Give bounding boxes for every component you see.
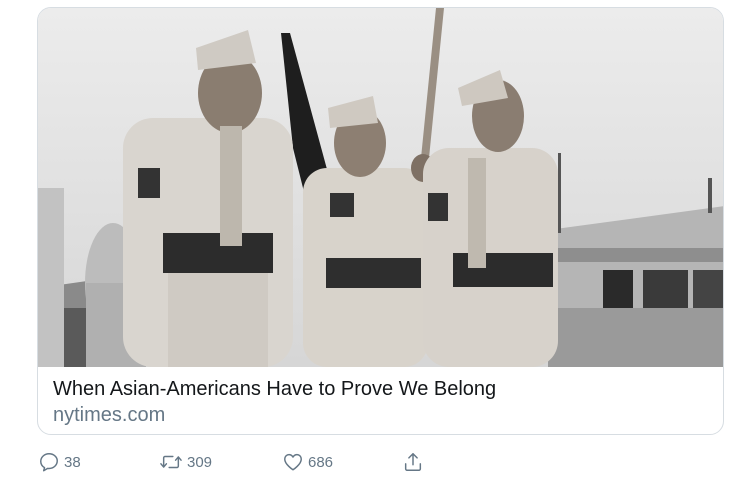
like-count: 686 — [308, 453, 334, 471]
card-title[interactable]: When Asian-Americans Have to Prove We Be… — [53, 378, 496, 401]
card-domain[interactable]: nytimes.com — [53, 404, 165, 427]
retweet-icon — [159, 451, 183, 473]
like-button[interactable]: 686 — [282, 448, 333, 476]
share-button[interactable] — [402, 448, 424, 476]
retweet-button[interactable]: 309 — [159, 448, 212, 476]
retweet-count: 309 — [187, 453, 213, 471]
tweet-actions: 38 309 686 — [38, 448, 488, 476]
reply-icon — [38, 451, 60, 473]
share-icon — [402, 451, 424, 473]
card-image[interactable] — [38, 8, 723, 367]
reply-button[interactable]: 38 — [38, 448, 81, 476]
link-card[interactable]: When Asian-Americans Have to Prove We Be… — [37, 7, 724, 435]
like-icon — [282, 451, 304, 473]
reply-count: 38 — [64, 453, 81, 471]
